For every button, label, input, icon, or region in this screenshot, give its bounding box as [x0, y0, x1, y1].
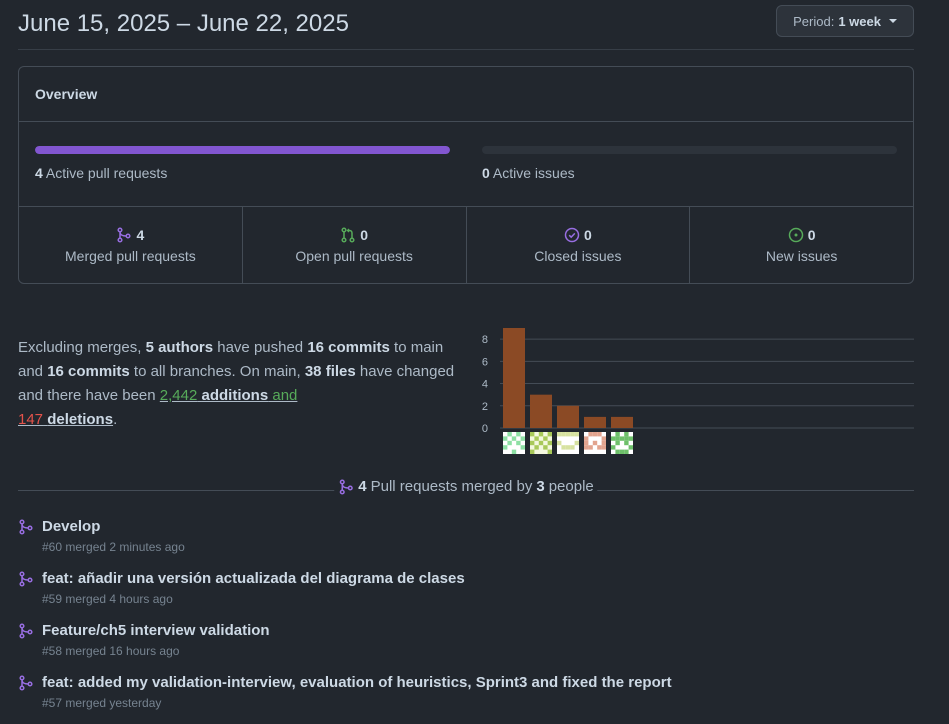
commits-by-author-chart: 0 2 4 6 8	[482, 328, 914, 454]
pr-title-link[interactable]: feat: añadir una versión actualizada del…	[42, 568, 914, 590]
chart-bar[interactable]	[584, 416, 606, 428]
author-avatar[interactable]	[557, 432, 579, 454]
stat-closed-value: 0	[583, 227, 592, 243]
author-avatar[interactable]	[611, 432, 633, 454]
additions-link[interactable]: 2,442 additions and	[160, 387, 298, 404]
stat-closed-issues[interactable]: 0 Closed issues	[467, 207, 691, 283]
active-issues-block[interactable]: 0 Active issues	[482, 146, 897, 181]
chart-bar[interactable]	[530, 394, 552, 428]
pr-section-heading: 4 Pull requests merged by 3 people	[334, 478, 598, 495]
active-issues-count: 0	[482, 165, 490, 181]
stat-new-value: 0	[807, 227, 816, 243]
y-tick-label: 0	[482, 423, 488, 435]
stat-merged-value: 4	[136, 227, 145, 243]
list-item: feat: añadir una versión actualizada del…	[18, 568, 914, 620]
stat-open-value: 0	[360, 227, 369, 243]
merged-pr-icon	[18, 571, 34, 590]
active-issues-text: Active issues	[492, 165, 575, 181]
commits-main: 16 commits	[307, 339, 390, 356]
chart-bar[interactable]	[611, 416, 633, 428]
y-tick-label: 4	[482, 379, 488, 391]
merged-pr-icon	[18, 675, 34, 694]
pr-title-link[interactable]: Feature/ch5 interview validation	[42, 620, 914, 642]
stat-open-label: Open pull requests	[295, 248, 413, 264]
pr-title-link[interactable]: feat: added my validation-interview, eva…	[42, 672, 914, 694]
merged-pr-icon	[338, 478, 354, 495]
open-pr-icon	[340, 227, 356, 243]
pr-section-divider: 4 Pull requests merged by 3 people	[18, 478, 914, 498]
author-avatar[interactable]	[530, 432, 552, 454]
active-pr-bar	[35, 146, 450, 154]
stat-merged-prs[interactable]: 4 Merged pull requests	[19, 207, 243, 283]
pr-title-link[interactable]: Develop	[42, 516, 914, 538]
stat-new-label: New issues	[765, 248, 838, 264]
active-pr-count: 4	[35, 165, 43, 181]
pr-meta: #60 merged 2 minutes ago	[42, 540, 185, 554]
overview-bars: 4 Active pull requests 0 Active issues	[19, 122, 913, 207]
date-range-title: June 15, 2025 – June 22, 2025	[18, 10, 349, 37]
merged-pr-icon	[18, 519, 34, 538]
pr-section-text: Pull requests merged by	[370, 478, 533, 495]
stat-new-issues[interactable]: 0 New issues	[690, 207, 913, 283]
stat-open-prs[interactable]: 0 Open pull requests	[243, 207, 467, 283]
pr-meta: #57 merged yesterday	[42, 696, 162, 710]
chart-bar[interactable]	[503, 328, 525, 428]
overview-stats: 4 Merged pull requests 0 Open pull reque…	[19, 207, 913, 283]
author-avatar[interactable]	[584, 432, 606, 454]
y-tick-label: 2	[482, 401, 488, 413]
stat-closed-label: Closed issues	[534, 248, 622, 264]
merged-pr-icon	[18, 623, 34, 642]
period-selector-button[interactable]: Period: 1 week	[776, 5, 914, 37]
pr-meta: #58 merged 16 hours ago	[42, 644, 180, 658]
overview-title: Overview	[19, 67, 913, 122]
y-tick-label: 8	[482, 334, 488, 346]
closed-issue-icon	[564, 227, 580, 243]
active-issues-label[interactable]: 0 Active issues	[482, 165, 897, 181]
active-issues-bar	[482, 146, 897, 154]
active-pr-block[interactable]: 4 Active pull requests	[35, 146, 450, 181]
new-issue-icon	[788, 227, 804, 243]
authors-count: 5 authors	[145, 339, 214, 356]
author-avatar[interactable]	[503, 432, 525, 454]
active-pr-text: Active pull requests	[45, 165, 168, 181]
caret-down-icon	[889, 19, 897, 23]
period-label: Period:	[793, 13, 835, 29]
commits-all: 16 commits	[47, 363, 130, 380]
deletions-link[interactable]: 147 deletions	[18, 411, 113, 428]
pr-meta: #59 merged 4 hours ago	[42, 592, 173, 606]
list-item: Develop #60 merged 2 minutes ago	[18, 516, 914, 568]
chart-bar[interactable]	[557, 405, 579, 428]
files-changed: 38 files	[304, 363, 356, 380]
overview-panel: Overview 4 Active pull requests 0 Active…	[18, 66, 914, 284]
pr-people-count: 3	[536, 478, 545, 495]
merged-pr-list: Develop #60 merged 2 minutes ago feat: a…	[18, 516, 914, 724]
active-pr-bar-fill	[35, 146, 450, 154]
list-item: Feature/ch5 interview validation #58 mer…	[18, 620, 914, 672]
y-tick-label: 6	[482, 356, 488, 368]
merged-pr-icon	[116, 227, 132, 243]
commit-summary: Excluding merges, 5 authors have pushed …	[18, 339, 455, 428]
list-item: feat: added my validation-interview, eva…	[18, 672, 914, 724]
header: June 15, 2025 – June 22, 2025 Period: 1 …	[18, 0, 914, 50]
period-value: 1 week	[838, 13, 881, 29]
stat-merged-label: Merged pull requests	[65, 248, 196, 264]
pr-merged-count: 4	[358, 478, 367, 495]
active-pr-label[interactable]: 4 Active pull requests	[35, 165, 450, 181]
pr-section-text-2: people	[548, 478, 594, 495]
